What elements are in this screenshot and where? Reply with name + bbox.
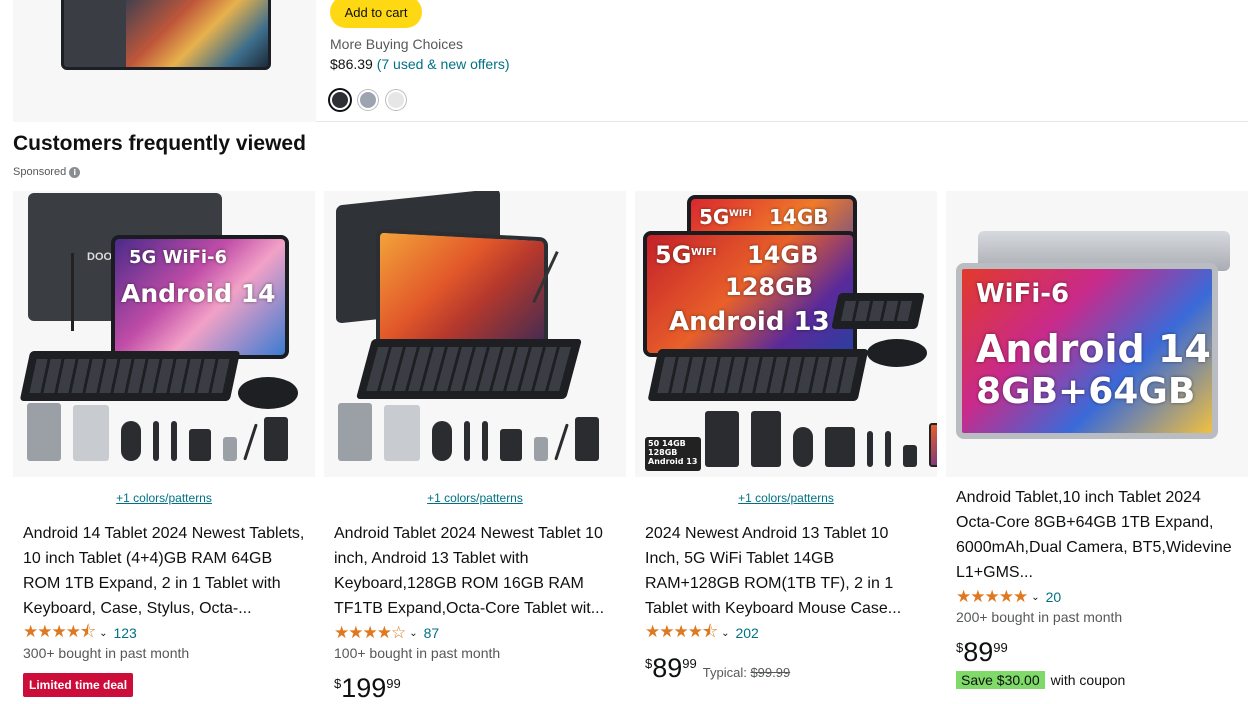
- product-image[interactable]: DOOG 5G WiFi-6 Android 14: [13, 191, 315, 477]
- screen-text-network: 5G: [655, 241, 692, 269]
- offer-price: $86.39: [330, 56, 373, 72]
- used-new-offers-link[interactable]: (7 used & new offers): [377, 56, 510, 72]
- previous-product-row: Add to cart More Buying Choices $86.39 (…: [13, 0, 1248, 122]
- star-rating-icon: ★★★★☆: [334, 623, 406, 643]
- product-title[interactable]: Android Tablet 2024 Newest Tablet 10 inc…: [334, 521, 616, 621]
- colors-patterns-link[interactable]: +1 colors/patterns: [645, 491, 927, 507]
- rating-row[interactable]: ★★★★☆ ⌄ 87: [334, 623, 616, 643]
- coupon-badge[interactable]: Save $30.00: [956, 671, 1045, 689]
- colors-patterns-link[interactable]: +1 colors/patterns: [334, 491, 616, 507]
- add-to-cart-button[interactable]: Add to cart: [330, 0, 422, 28]
- mini-box-os: Android 13: [648, 457, 698, 466]
- product-title[interactable]: Android Tablet,10 inch Tablet 2024 Octa-…: [956, 485, 1238, 585]
- bought-past-month: 100+ bought in past month: [334, 645, 501, 661]
- screen-text-os: Android 14: [976, 327, 1211, 371]
- mini-box-rom: 128GB: [648, 448, 678, 457]
- mini-box-network: 50: [648, 439, 660, 448]
- product-price: $ 89 99: [956, 637, 1238, 667]
- limited-time-deal-badge: Limited time deal: [23, 673, 134, 697]
- bought-past-month: 300+ bought in past month: [23, 645, 190, 661]
- color-swatches: [330, 90, 406, 110]
- product-carousel: DOOG 5G WiFi-6 Android 14 +1 colors/patt…: [13, 191, 1248, 704]
- rating-count[interactable]: 20: [1046, 589, 1062, 605]
- coupon-text: with coupon: [1050, 672, 1126, 688]
- price-symbol: $: [334, 676, 342, 691]
- screen-text-ram-back: 14GB: [769, 205, 829, 229]
- color-swatch-gray[interactable]: [358, 90, 378, 110]
- rating-count[interactable]: 123: [113, 625, 136, 641]
- mini-box-ram: 14GB: [661, 439, 686, 448]
- product-title[interactable]: Android 14 Tablet 2024 Newest Tablets, 1…: [23, 521, 305, 621]
- screen-text-os: Android 14: [121, 279, 276, 308]
- colors-patterns-link[interactable]: +1 colors/patterns: [23, 491, 305, 507]
- product-card[interactable]: WiFi-6 Android 14 8GB+64GB Android Table…: [946, 191, 1248, 704]
- price-symbol: $: [645, 656, 653, 671]
- screen-text-wifi: WIFI: [691, 247, 717, 258]
- sponsored-text: Sponsored: [13, 166, 67, 178]
- screen-text-os: Android 13: [669, 307, 830, 337]
- product-card[interactable]: DOOG 5G WiFi-6 Android 14 +1 colors/patt…: [13, 191, 315, 704]
- chevron-down-icon[interactable]: ⌄: [721, 628, 729, 639]
- chevron-down-icon[interactable]: ⌄: [99, 628, 107, 639]
- screen-text-ram: 14GB: [747, 241, 819, 269]
- color-swatch-silver[interactable]: [386, 90, 406, 110]
- rating-row[interactable]: ★★★★⯪ ⌄ 202: [645, 622, 927, 643]
- previous-product-image[interactable]: [13, 0, 316, 122]
- more-buying-choices-label: More Buying Choices: [330, 36, 464, 52]
- buying-choice-price: $86.39 (7 used & new offers): [330, 56, 510, 72]
- price-whole: 199: [341, 673, 387, 703]
- rating-row[interactable]: ★★★★★ ⌄ 20: [956, 587, 1238, 607]
- price-fraction: 99: [993, 640, 1008, 655]
- price-whole: 89: [652, 653, 683, 683]
- price-fraction: 99: [682, 656, 697, 671]
- chevron-down-icon[interactable]: ⌄: [409, 628, 417, 639]
- product-image[interactable]: 5G WIFI 14GB 5G WIFI 14GB 128GB Android …: [635, 191, 937, 477]
- chevron-down-icon[interactable]: ⌄: [1031, 592, 1039, 603]
- rating-count[interactable]: 87: [424, 625, 440, 641]
- product-card[interactable]: +1 colors/patterns Android Tablet 2024 N…: [324, 191, 626, 704]
- star-rating-icon: ★★★★⯪: [645, 621, 718, 642]
- info-icon[interactable]: i: [69, 166, 81, 178]
- screen-text-network: WiFi-6: [976, 279, 1070, 309]
- screen-text-wifi-back: WIFI: [729, 209, 752, 219]
- price-whole: 89: [963, 637, 994, 667]
- color-swatch-dark[interactable]: [330, 90, 350, 110]
- typical-price-value: $99.99: [750, 665, 791, 680]
- screen-text-network-back: 5G: [699, 205, 730, 229]
- star-rating-icon: ★★★★⯪: [23, 621, 96, 642]
- bought-past-month: 200+ bought in past month: [956, 609, 1123, 625]
- product-price: $ 89 99 Typical: $99.99: [645, 653, 927, 683]
- tablet-image: [61, 0, 271, 70]
- rating-count[interactable]: 202: [735, 625, 758, 641]
- section-title: Customers frequently viewed: [13, 132, 306, 155]
- price-fraction: 99: [386, 676, 401, 691]
- product-title[interactable]: 2024 Newest Android 13 Tablet 10 Inch, 5…: [645, 521, 927, 621]
- mini-box-image: 50 14GB 128GB Android 13: [645, 437, 701, 471]
- product-card[interactable]: 5G WIFI 14GB 5G WIFI 14GB 128GB Android …: [635, 191, 937, 704]
- product-image[interactable]: [324, 191, 626, 477]
- screen-text-network: 5G WiFi-6: [129, 247, 228, 268]
- screen-text-rom: 128GB: [725, 273, 814, 301]
- screen-text-memory: 8GB+64GB: [976, 371, 1196, 412]
- price-symbol: $: [956, 640, 964, 655]
- rating-row[interactable]: ★★★★⯪ ⌄ 123: [23, 622, 305, 643]
- star-rating-icon: ★★★★★: [956, 587, 1028, 607]
- product-price: $ 199 99: [334, 673, 616, 703]
- sponsored-label: Sponsored i: [13, 166, 81, 178]
- typical-price: Typical: $99.99: [703, 665, 790, 680]
- product-image[interactable]: WiFi-6 Android 14 8GB+64GB: [946, 191, 1248, 477]
- coupon-row: Save $30.00 with coupon: [956, 671, 1238, 689]
- typical-label: Typical:: [702, 665, 747, 680]
